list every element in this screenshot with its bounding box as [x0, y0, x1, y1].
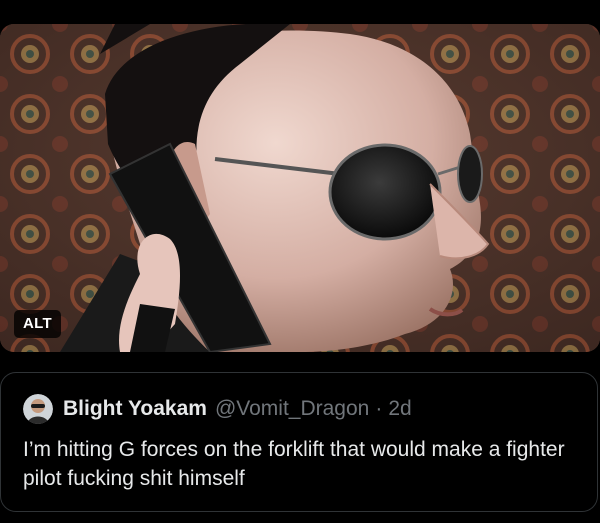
- quoted-tweet-text: I’m hitting G forces on the forklift tha…: [23, 438, 565, 490]
- tweet-timestamp[interactable]: 2d: [388, 397, 411, 421]
- author-display-name[interactable]: Blight Yoakam: [63, 397, 207, 421]
- quoted-tweet-header: Blight Yoakam @Vomit_Dragon · 2d: [23, 393, 412, 425]
- author-handle[interactable]: @Vomit_Dragon: [215, 397, 369, 421]
- header-separator: ·: [375, 397, 383, 420]
- tweet-media-photo[interactable]: ALT: [0, 24, 600, 352]
- alt-text-badge[interactable]: ALT: [14, 310, 61, 338]
- photo-image: [0, 24, 600, 352]
- quoted-tweet-card[interactable]: Blight Yoakam @Vomit_Dragon · 2d I’m hit…: [0, 372, 598, 512]
- avatar-icon[interactable]: [23, 394, 53, 424]
